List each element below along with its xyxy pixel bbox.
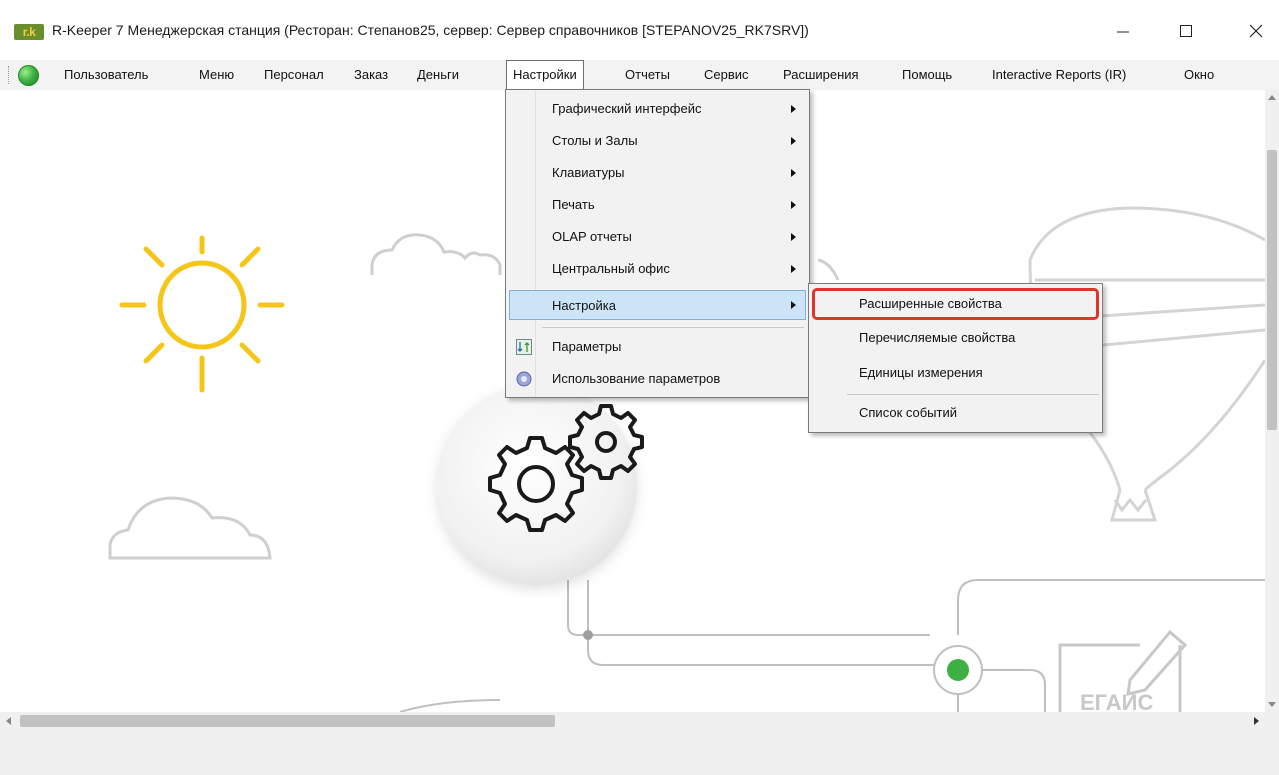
- menu-user[interactable]: Пользователь: [60, 65, 152, 85]
- menu-reports[interactable]: Отчеты: [621, 65, 674, 85]
- minimize-icon: [1117, 31, 1129, 33]
- submenu-item-units[interactable]: Единицы измерения: [813, 358, 1098, 388]
- menu-item-tables-halls[interactable]: Столы и Залы: [509, 126, 806, 156]
- highlight-callout-box: [812, 288, 1099, 320]
- menu-interactive-reports[interactable]: Interactive Reports (IR): [988, 65, 1130, 85]
- menu-settings[interactable]: Настройки: [506, 60, 584, 90]
- menu-separator: [542, 327, 804, 328]
- scroll-left-icon[interactable]: [6, 717, 11, 725]
- menu-item-label: Использование параметров: [552, 371, 721, 386]
- connection-status-icon: [18, 65, 39, 86]
- menu-service[interactable]: Сервис: [700, 65, 753, 85]
- submenu-item-label: Список событий: [859, 405, 958, 420]
- egais-document-icon: ЕГАИС: [1058, 629, 1188, 712]
- window-title: R-Keeper 7 Менеджерская станция (Рестора…: [52, 22, 809, 38]
- submenu-item-enumerated-properties[interactable]: Перечисляемые свойства: [813, 323, 1098, 353]
- setup-submenu: Расширенные свойства Перечисляемые свойс…: [808, 283, 1103, 433]
- toolbar-grip[interactable]: [8, 66, 11, 84]
- app-logo-icon: r.k: [14, 24, 44, 40]
- scroll-right-icon[interactable]: [1254, 717, 1259, 725]
- submenu-arrow-icon: [791, 105, 796, 113]
- active-node-icon: [947, 659, 969, 681]
- menu-item-central-office[interactable]: Центральный офис: [509, 254, 806, 284]
- menu-item-setup[interactable]: Настройка: [509, 290, 806, 320]
- submenu-separator: [847, 394, 1099, 395]
- app-window: r.k R-Keeper 7 Менеджерская станция (Рес…: [0, 0, 1279, 775]
- cloud-icon: [370, 233, 502, 275]
- menu-item-parameters[interactable]: Параметры: [509, 332, 806, 362]
- menu-item-printing[interactable]: Печать: [509, 190, 806, 220]
- scroll-down-icon[interactable]: [1268, 702, 1276, 707]
- horizontal-scrollbar[interactable]: [0, 712, 1265, 730]
- horizontal-scroll-thumb[interactable]: [20, 715, 555, 727]
- close-icon: [1249, 24, 1263, 38]
- menu-item-label: Печать: [552, 197, 595, 212]
- menu-help[interactable]: Помощь: [898, 65, 956, 85]
- menu-item-label: Графический интерфейс: [552, 101, 702, 116]
- app-logo-text: r.k: [22, 25, 36, 39]
- settings-dropdown-menu: Графический интерфейс Столы и Залы Клави…: [505, 89, 810, 398]
- menu-item-label: Клавиатуры: [552, 165, 625, 180]
- vertical-scroll-thumb[interactable]: [1267, 150, 1277, 430]
- maximize-icon: [1180, 25, 1192, 37]
- menu-item-label: Параметры: [552, 339, 622, 354]
- cloud-icon: [108, 496, 272, 560]
- menu-order[interactable]: Заказ: [350, 65, 392, 85]
- menu-bar: Пользователь Меню Персонал Заказ Деньги …: [0, 60, 1279, 90]
- menu-item-keyboards[interactable]: Клавиатуры: [509, 158, 806, 188]
- sun-icon: [119, 235, 285, 393]
- menu-item-olap-reports[interactable]: OLAP отчеты: [509, 222, 806, 252]
- submenu-arrow-icon: [791, 265, 796, 273]
- menu-item-label: Центральный офис: [552, 261, 670, 276]
- vertical-scrollbar[interactable]: [1265, 90, 1279, 712]
- menu-item-graphic-interface[interactable]: Графический интерфейс: [509, 94, 806, 124]
- menu-item-label: OLAP отчеты: [552, 229, 632, 244]
- egais-label: ЕГАИС: [1080, 690, 1153, 712]
- minimize-button[interactable]: [1100, 14, 1146, 48]
- gear-circle-icon: [516, 371, 532, 387]
- submenu-item-label: Единицы измерения: [859, 365, 983, 380]
- menu-extensions[interactable]: Расширения: [779, 65, 863, 85]
- submenu-arrow-icon: [791, 301, 796, 309]
- menu-menu[interactable]: Меню: [195, 65, 238, 85]
- menu-item-parameter-usage[interactable]: Использование параметров: [509, 364, 806, 394]
- submenu-item-event-list[interactable]: Список событий: [813, 398, 1098, 428]
- menu-money[interactable]: Деньги: [413, 65, 463, 85]
- menu-staff[interactable]: Персонал: [260, 65, 328, 85]
- close-button[interactable]: [1233, 14, 1279, 48]
- title-bar: r.k R-Keeper 7 Менеджерская станция (Рес…: [0, 0, 1279, 60]
- menu-item-label: Настройка: [552, 298, 616, 313]
- scroll-up-icon[interactable]: [1268, 95, 1276, 100]
- submenu-arrow-icon: [791, 233, 796, 241]
- scroll-corner: [1265, 712, 1279, 730]
- status-bar: [0, 730, 1279, 775]
- submenu-arrow-icon: [791, 137, 796, 145]
- maximize-button[interactable]: [1163, 14, 1209, 48]
- settings-bubble: [437, 385, 637, 585]
- sort-parameters-icon: [516, 339, 532, 355]
- submenu-arrow-icon: [791, 169, 796, 177]
- menu-window[interactable]: Окно: [1180, 65, 1218, 85]
- menu-item-label: Столы и Залы: [552, 133, 638, 148]
- submenu-arrow-icon: [791, 201, 796, 209]
- submenu-item-label: Перечисляемые свойства: [859, 330, 1016, 345]
